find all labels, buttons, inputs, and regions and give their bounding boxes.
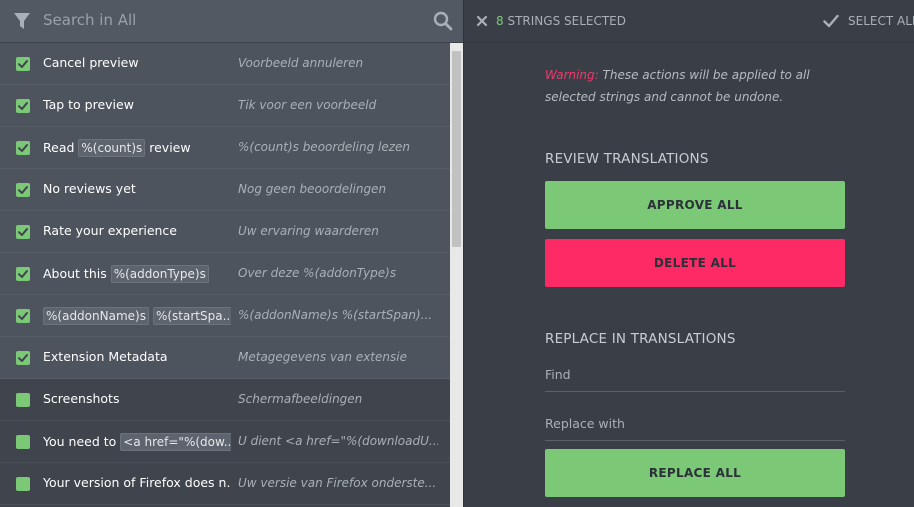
checkbox-checked[interactable] [16,225,30,239]
source-text: About this [43,266,111,281]
scrollbar-thumb[interactable] [452,51,461,247]
search-bar: Search in All [0,0,463,43]
selected-count: 8 STRINGS SELECTED [496,14,626,28]
placeable: %(addonName)s [43,307,149,325]
selected-count-label: STRINGS SELECTED [507,14,626,28]
string-row[interactable]: Cancel preview Voorbeeld annuleren [0,43,450,85]
source-text: Your version of Firefox does n... [43,475,231,490]
source-text: Cancel preview [43,55,139,70]
checkbox-checked[interactable] [16,141,30,155]
warning-label: Warning: [545,68,599,82]
translation-string: Metagegevens van extensie [238,350,407,364]
string-row[interactable]: About this %(addonType)s Over deze %(addo… [0,253,450,295]
checkmark-icon [18,312,28,320]
find-input[interactable]: Find [545,367,845,392]
source-string: Read %(count)s review [43,139,231,157]
source-text: Extension Metadata [43,349,168,364]
check-icon[interactable] [823,14,839,28]
checkmark-icon [18,186,28,194]
source-text: Tap to preview [43,97,134,112]
translation-string: Tik voor een voorbeeld [238,98,377,112]
search-input[interactable]: Search in All [43,11,136,29]
source-text: Screenshots [43,391,120,406]
translation-string: U dient <a href="%(downloadU... [238,434,438,448]
checkbox-unchecked[interactable] [16,393,30,407]
string-list: Cancel preview Voorbeeld annuleren Tap to … [0,43,450,507]
replace-all-button[interactable]: REPLACE ALL [545,449,845,497]
source-text: review [145,140,191,155]
source-text: No reviews yet [43,181,136,196]
mass-actions-header: 8 STRINGS SELECTED SELECT ALL [464,0,914,43]
checkmark-icon [18,270,28,278]
source-string: Your version of Firefox does n... [43,475,231,490]
search-icon[interactable] [433,11,453,31]
mass-actions-panel: 8 STRINGS SELECTED SELECT ALL Warning: T… [463,0,914,507]
string-row[interactable]: Rate your experience Uw ervaring waardere… [0,211,450,253]
replace-with-input[interactable]: Replace with [545,416,845,441]
checkbox-checked[interactable] [16,267,30,281]
string-row[interactable]: Read %(count)s review %(count)s beoordeli… [0,127,450,169]
translation-string: Nog geen beoordelingen [238,182,387,196]
source-string: About this %(addonType)s [43,265,231,283]
delete-all-button[interactable]: DELETE ALL [545,239,845,287]
checkbox-checked[interactable] [16,57,30,71]
source-string: Rate your experience [43,223,231,238]
source-string: No reviews yet [43,181,231,196]
select-all-button[interactable]: SELECT ALL [848,14,914,28]
scrollbar[interactable] [450,43,463,507]
translation-string: Over deze %(addonType)s [238,266,397,280]
translation-string: Voorbeeld annuleren [238,56,364,70]
replace-translations-title: REPLACE IN TRANSLATIONS [545,331,736,347]
string-row[interactable]: Extension Metadata Metagegevens van exten… [0,337,450,379]
checkbox-unchecked[interactable] [16,435,30,449]
string-row[interactable]: You need to <a href="%(dow... U dient <a … [0,421,450,463]
translation-string: %(count)s beoordeling lezen [238,140,411,154]
translation-string: Uw versie van Firefox onderste... [238,476,437,490]
translation-string: %(addonName)s %(startSpan)... [238,308,433,322]
source-text: Rate your experience [43,223,177,238]
placeable: %(startSpa... [152,307,231,325]
translation-string: Schermafbeeldingen [238,392,363,406]
checkmark-icon [18,354,28,362]
source-string: Tap to preview [43,97,231,112]
source-string: Screenshots [43,391,231,406]
string-row[interactable]: Tap to preview Tik voor een voorbeeld [0,85,450,127]
string-row[interactable]: Your version of Firefox does n... Uw vers… [0,463,450,505]
source-string: Cancel preview [43,55,231,70]
source-text: You need to [43,434,121,449]
checkmark-icon [18,60,28,68]
placeable: %(addonType)s [110,265,209,283]
approve-all-button[interactable]: APPROVE ALL [545,181,845,229]
translation-string: Uw ervaring waarderen [238,224,379,238]
string-row[interactable]: Screenshots Schermafbeeldingen [0,379,450,421]
close-icon[interactable] [476,15,488,27]
placeable: %(count)s [78,139,146,157]
review-translations-title: REVIEW TRANSLATIONS [545,151,709,167]
checkbox-checked[interactable] [16,351,30,365]
source-string: Extension Metadata [43,349,231,364]
checkmark-icon [18,102,28,110]
source-string: %(addonName)s %(startSpa... [43,307,231,325]
checkmark-icon [18,144,28,152]
source-text: Read [43,140,79,155]
warning-message: Warning: These actions will be applied t… [545,64,855,108]
selected-count-number: 8 [496,14,504,28]
filter-icon[interactable] [13,12,31,30]
string-row[interactable]: No reviews yet Nog geen beoordelingen [0,169,450,211]
source-string: You need to <a href="%(dow... [43,433,231,451]
placeable: <a href="%(dow... [120,433,231,451]
checkmark-icon [18,228,28,236]
checkbox-checked[interactable] [16,309,30,323]
checkbox-unchecked[interactable] [16,477,30,491]
checkbox-checked[interactable] [16,99,30,113]
checkbox-checked[interactable] [16,183,30,197]
string-row[interactable]: %(addonName)s %(startSpa... %(addonName)s… [0,295,450,337]
string-list-panel: Search in All Cancel preview Voorbeeld an… [0,0,463,507]
